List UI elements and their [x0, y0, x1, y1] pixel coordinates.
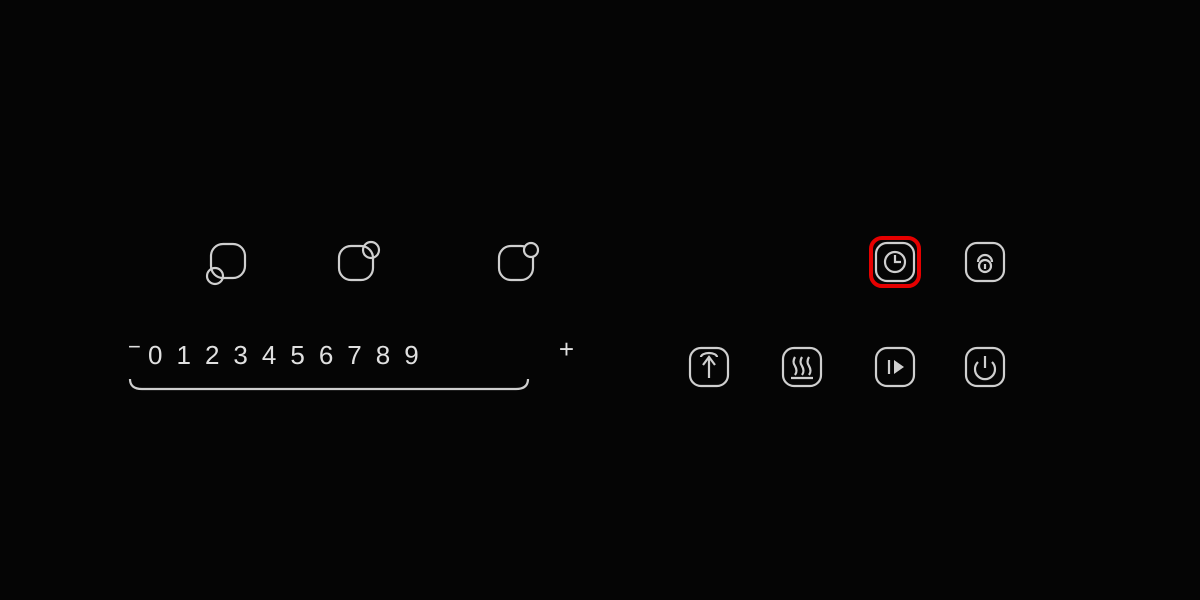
zone-rear-right-icon	[495, 240, 541, 286]
lock-icon	[963, 240, 1007, 284]
slider-digit-4[interactable]: 4	[262, 340, 276, 371]
pause-play-icon	[873, 345, 917, 389]
power-button[interactable]	[963, 345, 1007, 389]
boost-button[interactable]	[687, 345, 731, 389]
slider-digit-0[interactable]: 0	[148, 340, 162, 371]
zone-rear-left-button[interactable]	[335, 240, 381, 286]
boost-icon	[687, 345, 731, 389]
slider-digit-8[interactable]: 8	[376, 340, 390, 371]
slider-digit-3[interactable]: 3	[233, 340, 247, 371]
slider-digits: 0 1 2 3 4 5 6 7 8 9	[128, 340, 548, 371]
zone-front-left-icon	[205, 240, 251, 286]
slider-digit-6[interactable]: 6	[319, 340, 333, 371]
zone-rear-left-icon	[335, 240, 381, 286]
keep-warm-icon	[780, 345, 824, 389]
timer-icon	[873, 240, 917, 284]
keep-warm-button[interactable]	[780, 345, 824, 389]
power-level-slider[interactable]: − 0 1 2 3 4 5 6 7 8 9 +	[128, 340, 548, 391]
slider-track-icon	[128, 377, 548, 391]
slider-digit-1[interactable]: 1	[176, 340, 190, 371]
slider-plus-icon[interactable]: +	[559, 334, 574, 365]
slider-digit-7[interactable]: 7	[347, 340, 361, 371]
cooktop-control-panel: − 0 1 2 3 4 5 6 7 8 9 +	[0, 0, 1200, 600]
zone-front-left-button[interactable]	[205, 240, 251, 286]
slider-digit-9[interactable]: 9	[404, 340, 418, 371]
timer-button[interactable]	[873, 240, 917, 284]
lock-button[interactable]	[963, 240, 1007, 284]
zone-rear-right-button[interactable]	[495, 240, 541, 286]
slider-digit-2[interactable]: 2	[205, 340, 219, 371]
power-icon	[963, 345, 1007, 389]
slider-digit-5[interactable]: 5	[290, 340, 304, 371]
slider-minus-icon[interactable]: −	[128, 334, 141, 360]
pause-play-button[interactable]	[873, 345, 917, 389]
